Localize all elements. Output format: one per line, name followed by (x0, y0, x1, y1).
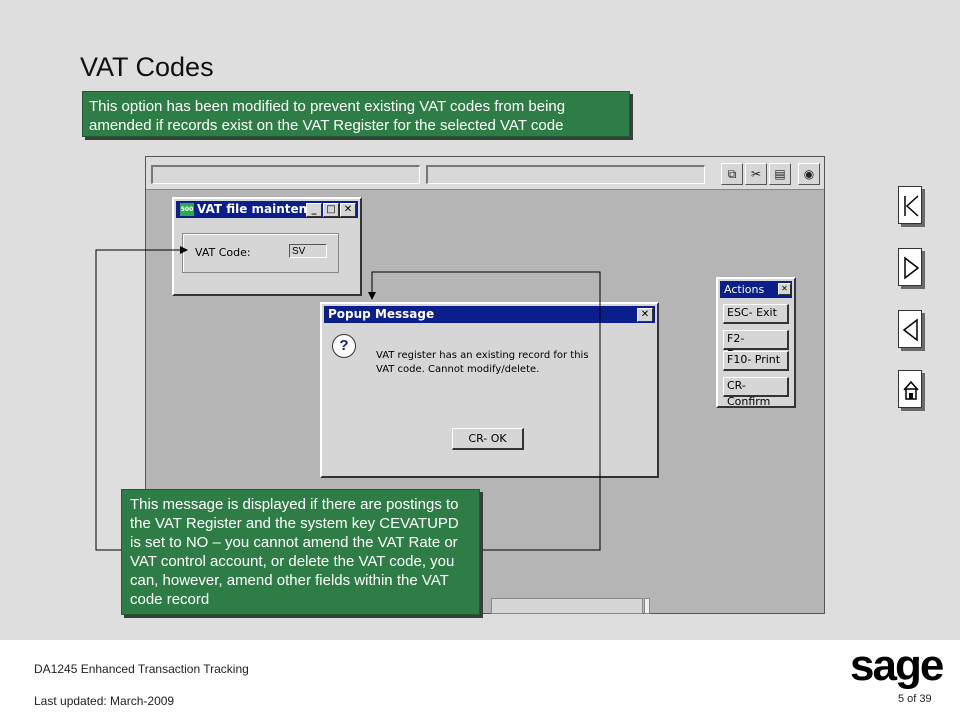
arrow-to-popup (368, 292, 376, 300)
footer-last-updated: Last updated: March-2009 (34, 694, 175, 708)
footer-course-title: DA1245 Enhanced Transaction Tracking (34, 662, 249, 676)
next-slide-icon (904, 256, 920, 280)
slide-area: VAT Codes This option has been modified … (0, 0, 960, 640)
next-slide-button[interactable] (898, 248, 922, 286)
callout-bottom: This message is displayed if there are p… (121, 489, 480, 615)
page-number: 5 of 39 (898, 693, 932, 705)
first-slide-icon (904, 195, 919, 217)
previous-slide-button[interactable] (898, 310, 922, 348)
first-slide-button[interactable] (898, 186, 922, 224)
sage-logo: sage (850, 641, 944, 690)
home-icon (903, 380, 919, 400)
previous-slide-icon (902, 318, 918, 342)
home-button[interactable] (898, 370, 922, 408)
arrow-to-vat-code (180, 246, 188, 254)
